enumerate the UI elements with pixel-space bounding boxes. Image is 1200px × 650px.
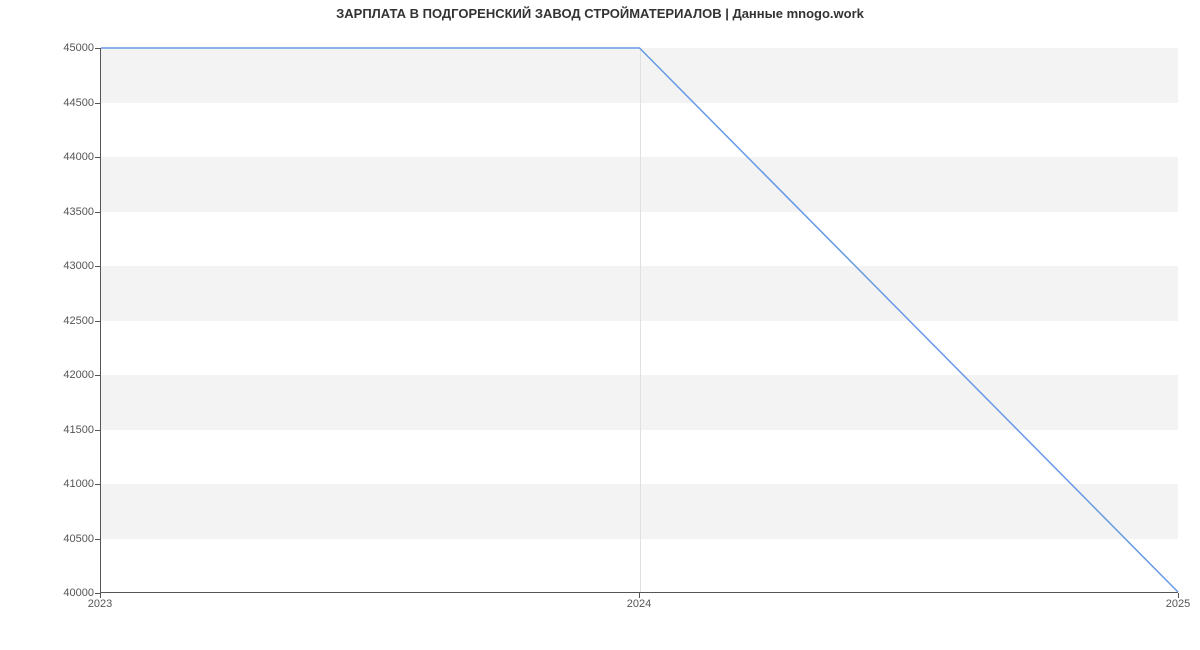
y-tick-label: 42000 [34,369,94,381]
x-tick-mark [1178,593,1179,598]
chart-title: ЗАРПЛАТА В ПОДГОРЕНСКИЙ ЗАВОД СТРОЙМАТЕР… [0,6,1200,21]
y-tick-label: 40000 [34,587,94,599]
y-tick-label: 43000 [34,260,94,272]
series-line [101,48,1178,592]
y-tick-label: 45000 [34,42,94,54]
y-tick-mark [95,430,100,431]
y-tick-label: 40500 [34,533,94,545]
x-tick-mark [100,593,101,598]
y-tick-mark [95,266,100,267]
x-tick-label: 2025 [1166,598,1190,610]
y-tick-mark [95,103,100,104]
chart-container: ЗАРПЛАТА В ПОДГОРЕНСКИЙ ЗАВОД СТРОЙМАТЕР… [0,0,1200,650]
y-tick-label: 44000 [34,151,94,163]
y-tick-mark [95,539,100,540]
y-tick-mark [95,212,100,213]
y-tick-label: 41500 [34,424,94,436]
x-tick-label: 2024 [627,598,651,610]
y-tick-mark [95,321,100,322]
y-tick-label: 43500 [34,206,94,218]
plot-area [100,48,1178,593]
y-tick-mark [95,375,100,376]
y-tick-label: 44500 [34,97,94,109]
y-tick-label: 41000 [34,478,94,490]
y-tick-mark [95,484,100,485]
y-tick-mark [95,157,100,158]
data-line [101,48,1178,592]
y-tick-label: 42500 [34,315,94,327]
x-tick-label: 2023 [88,598,112,610]
x-tick-mark [639,593,640,598]
y-tick-mark [95,48,100,49]
